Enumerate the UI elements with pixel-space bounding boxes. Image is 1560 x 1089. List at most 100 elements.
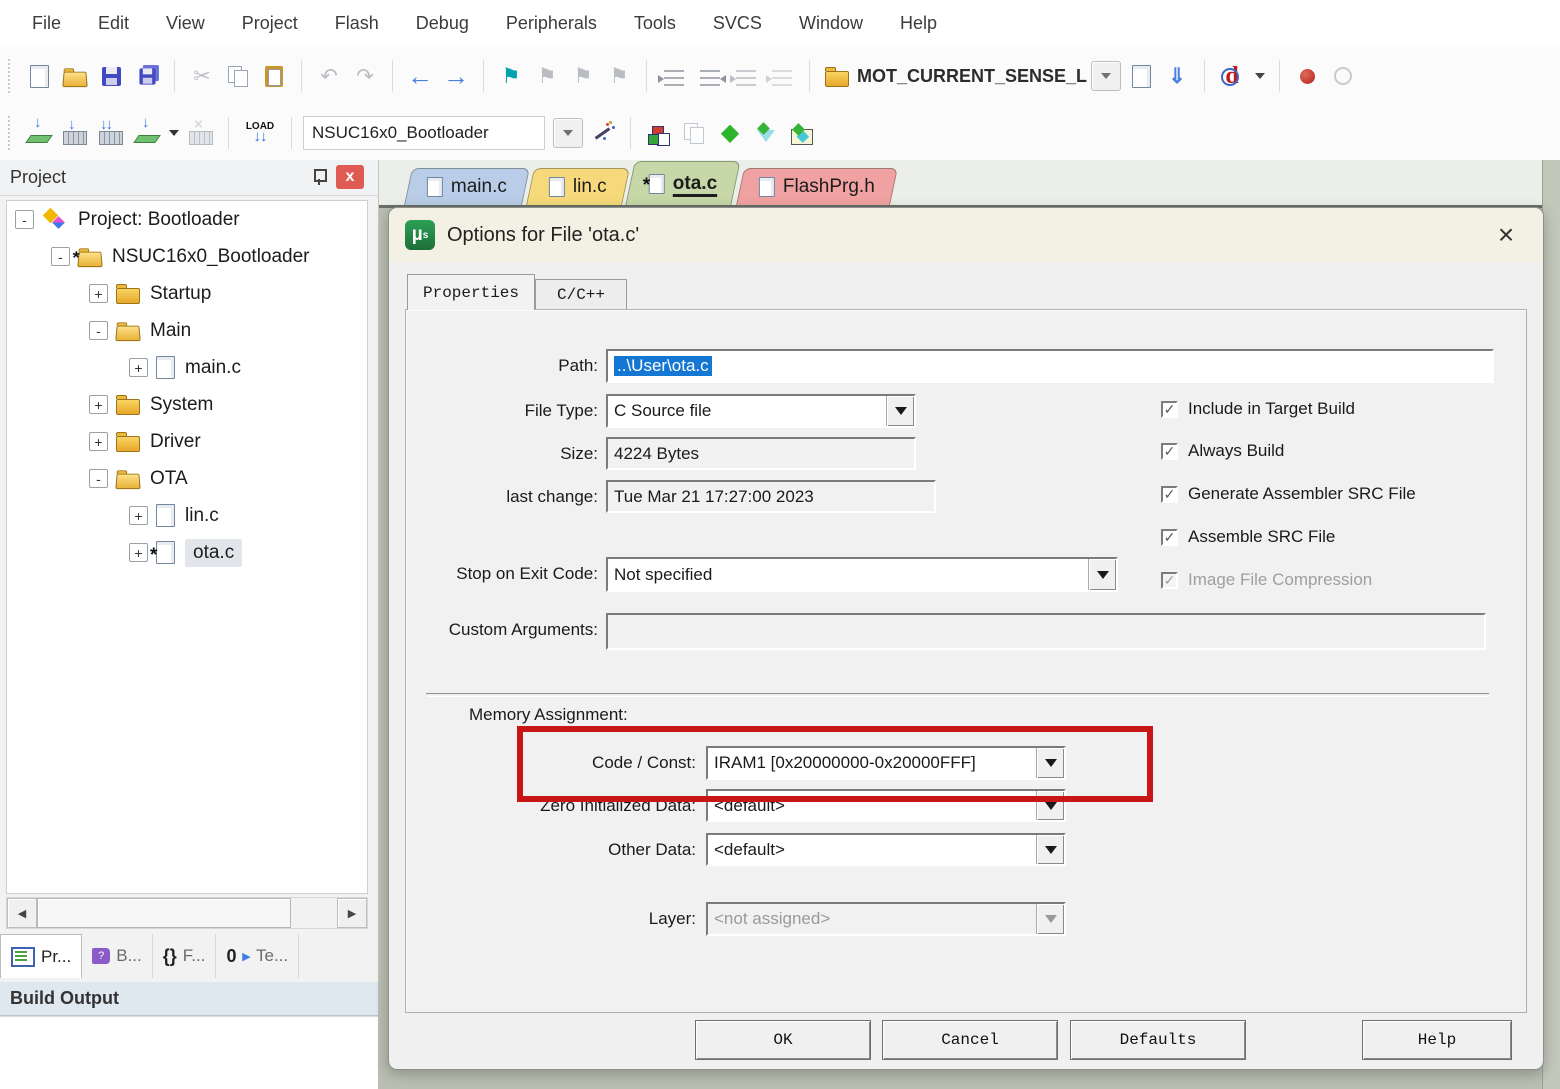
bookmark-prev-icon[interactable]: ⚑	[531, 60, 563, 92]
batch-build-icon[interactable]	[131, 117, 163, 149]
scroll-left-button[interactable]: ◀	[7, 898, 37, 928]
open-folder-icon[interactable]	[59, 60, 91, 92]
expander-icon[interactable]: -	[51, 247, 70, 266]
close-panel-button[interactable]: x	[336, 165, 364, 189]
expander-icon[interactable]: +	[89, 284, 108, 303]
indent-left-icon[interactable]	[658, 60, 690, 92]
bookmark-clear-icon[interactable]: ⚑	[603, 60, 635, 92]
tab-books[interactable]: ? B...	[82, 934, 153, 978]
tree-item-startup[interactable]: + Startup	[7, 275, 367, 312]
build-output-body[interactable]	[0, 1016, 378, 1089]
translate-icon[interactable]	[23, 117, 55, 149]
tab-templates[interactable]: 0 ▸ Te...	[216, 934, 299, 978]
uncomment-icon[interactable]	[766, 60, 798, 92]
rebuild-icon[interactable]	[95, 117, 127, 149]
undo-icon[interactable]: ↶	[313, 60, 345, 92]
expander-icon[interactable]: -	[89, 321, 108, 340]
breakpoint-disable-icon[interactable]	[1327, 60, 1359, 92]
expander-icon[interactable]: +	[89, 395, 108, 414]
menu-item-tools[interactable]: Tools	[634, 13, 676, 34]
menu-item-edit[interactable]: Edit	[98, 13, 129, 34]
comment-icon[interactable]	[730, 60, 762, 92]
dropdown-arrow-icon[interactable]	[886, 396, 914, 426]
debug-session-icon[interactable]: d	[1216, 60, 1248, 92]
scroll-right-button[interactable]: ▶	[337, 898, 367, 928]
tree-item-project-bootloader[interactable]: - Project: Bootloader	[7, 201, 367, 238]
editor-tab-main-c[interactable]: main.c	[404, 168, 530, 205]
checkbox-include-in-target-build[interactable]: ✓ Include in Target Build	[1161, 399, 1355, 419]
tree-item-ota-c[interactable]: + * ota.c	[7, 534, 367, 571]
download-load-icon[interactable]: LOAD↓↓	[240, 117, 280, 149]
editor-tab-lin-c[interactable]: lin.c	[526, 168, 630, 205]
menu-item-flash[interactable]: Flash	[335, 13, 379, 34]
function-editor-icon[interactable]: ◆	[714, 117, 746, 149]
horizontal-scrollbar[interactable]: ◀ ▶	[6, 897, 368, 929]
save-all-icon[interactable]	[131, 60, 163, 92]
file-search-icon[interactable]	[1125, 60, 1157, 92]
file-type-select[interactable]: C Source file	[606, 394, 916, 428]
expander-icon[interactable]: +	[129, 543, 148, 562]
menu-item-debug[interactable]: Debug	[416, 13, 469, 34]
menu-item-project[interactable]: Project	[242, 13, 298, 34]
stop-on-exit-select[interactable]: Not specified	[606, 557, 1118, 592]
expander-icon[interactable]: -	[15, 210, 34, 229]
manage-components-icon[interactable]	[642, 117, 674, 149]
tree-item-nsuc16x0-bootloader[interactable]: - * NSUC16x0_Bootloader	[7, 238, 367, 275]
nav-back-icon[interactable]: ←	[404, 60, 436, 92]
expander-icon[interactable]: +	[89, 432, 108, 451]
multi-project-icon[interactable]	[678, 117, 710, 149]
redo-icon[interactable]: ↷	[349, 60, 381, 92]
tree-item-driver[interactable]: + Driver	[7, 423, 367, 460]
pack-installer-icon[interactable]	[786, 117, 818, 149]
checkbox-generate-assembler-src[interactable]: ✓ Generate Assembler SRC File	[1161, 484, 1416, 504]
menu-item-help[interactable]: Help	[900, 13, 937, 34]
expander-icon[interactable]: +	[129, 506, 148, 525]
paste-icon[interactable]	[258, 60, 290, 92]
pin-icon[interactable]	[312, 167, 326, 185]
tree-item-lin-c[interactable]: + lin.c	[7, 497, 367, 534]
custom-arguments-input[interactable]	[606, 613, 1486, 650]
stop-build-icon[interactable]	[185, 117, 217, 149]
other-data-select[interactable]: <default>	[706, 833, 1066, 866]
bookmark-flag-icon[interactable]: ⚑	[495, 60, 527, 92]
tab-project[interactable]: Pr...	[0, 934, 82, 978]
checkbox-always-build[interactable]: ✓ Always Build	[1161, 441, 1284, 461]
file-extensions-icon[interactable]	[750, 117, 782, 149]
cancel-button[interactable]: Cancel	[882, 1020, 1058, 1060]
menu-item-file[interactable]: File	[32, 13, 61, 34]
new-file-icon[interactable]	[23, 60, 55, 92]
indent-right-icon[interactable]	[694, 60, 726, 92]
menu-item-view[interactable]: View	[166, 13, 205, 34]
tree-item-system[interactable]: + System	[7, 386, 367, 423]
tree-item-main-group[interactable]: - Main	[7, 312, 367, 349]
path-input[interactable]: ..\User\ota.c	[606, 349, 1494, 383]
tab-c-cpp[interactable]: C/C++	[535, 279, 627, 310]
batch-build-dropdown-icon[interactable]	[167, 117, 181, 149]
scrollbar-thumb[interactable]	[37, 898, 291, 928]
defaults-button[interactable]: Defaults	[1070, 1020, 1246, 1060]
dialog-close-icon[interactable]: ×	[1491, 220, 1521, 250]
tab-functions[interactable]: {} F...	[153, 934, 217, 978]
build-output-header[interactable]: Build Output	[0, 982, 378, 1016]
menu-item-window[interactable]: Window	[799, 13, 863, 34]
dropdown-arrow-icon[interactable]	[1088, 559, 1116, 590]
editor-tab-ota-c[interactable]: * ota.c	[625, 161, 741, 205]
target-select-dropdown-button[interactable]	[553, 118, 583, 148]
target-dropdown-button[interactable]	[1091, 61, 1121, 91]
tree-item-ota-group[interactable]: - OTA	[7, 460, 367, 497]
tab-properties[interactable]: Properties	[407, 274, 535, 310]
breakpoint-enable-icon[interactable]	[1291, 60, 1323, 92]
options-for-target-icon[interactable]	[587, 117, 619, 149]
target-select[interactable]: NSUC16x0_Bootloader	[303, 116, 545, 150]
checkbox-assemble-src-file[interactable]: ✓ Assemble SRC File	[1161, 527, 1335, 547]
help-button[interactable]: Help	[1362, 1020, 1512, 1060]
menu-item-peripherals[interactable]: Peripherals	[506, 13, 597, 34]
copy-icon[interactable]	[222, 60, 254, 92]
dialog-title-bar[interactable]: µs Options for File 'ota.c' ×	[389, 208, 1543, 262]
ok-button[interactable]: OK	[695, 1020, 871, 1060]
expander-icon[interactable]: -	[89, 469, 108, 488]
bookmark-next-icon[interactable]: ⚑	[567, 60, 599, 92]
menu-item-svcs[interactable]: SVCS	[713, 13, 762, 34]
expander-icon[interactable]: +	[129, 358, 148, 377]
editor-tab-flashprg-h[interactable]: FlashPrg.h	[736, 168, 898, 205]
